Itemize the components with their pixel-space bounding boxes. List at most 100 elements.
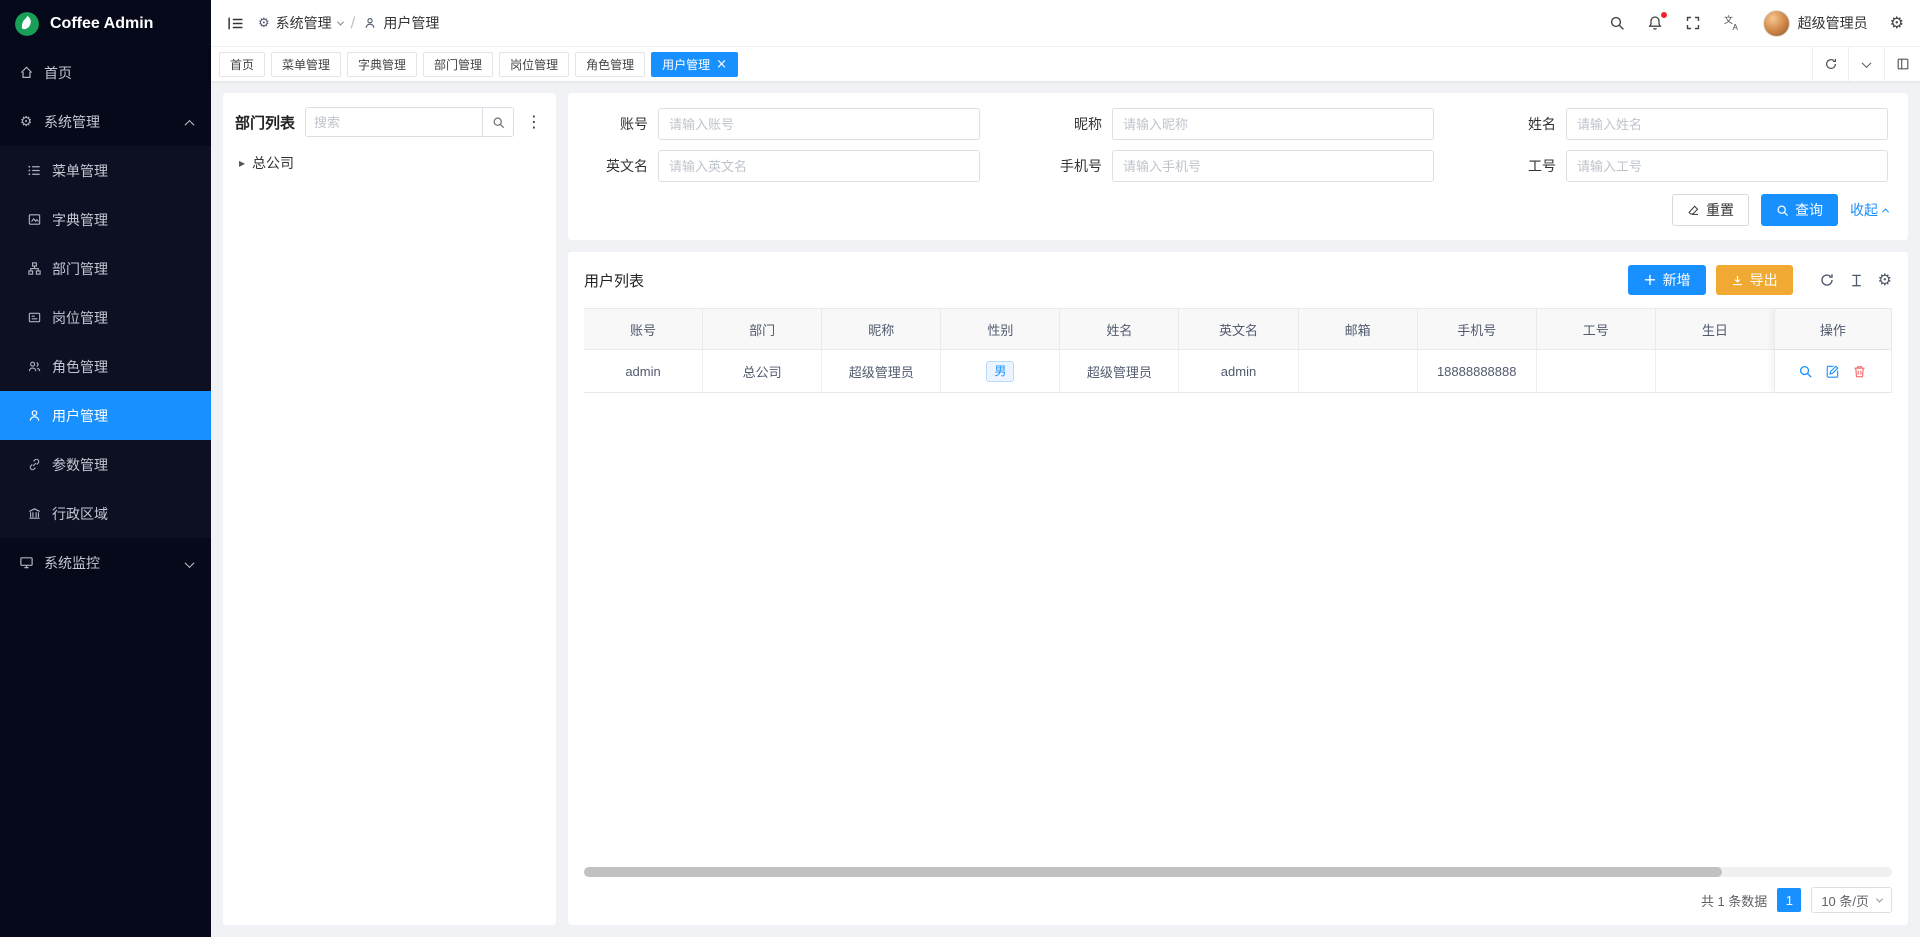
field-account: 账号 — [582, 108, 980, 140]
dept-tree: 总公司 — [235, 151, 544, 175]
settings-gear-icon[interactable] — [1890, 15, 1904, 31]
breadcrumb-system[interactable]: 系统管理 — [258, 13, 343, 33]
scrollbar-thumb[interactable] — [584, 867, 1722, 877]
tree-caret-icon[interactable] — [239, 157, 245, 169]
user-table: 账号 部门 昵称 性别 姓名 英文名 邮箱 手机号 工号 生日 操作 — [584, 308, 1892, 393]
tab-role-management[interactable]: 角色管理 — [575, 52, 645, 77]
cell-dept: 总公司 — [703, 350, 822, 392]
column-header-operation: 操作 — [1774, 309, 1892, 349]
breadcrumb-separator — [351, 16, 356, 30]
refresh-icon[interactable] — [1812, 47, 1848, 81]
field-label: 昵称 — [1036, 114, 1102, 134]
breadcrumb-user-management[interactable]: 用户管理 — [363, 13, 439, 33]
dictionary-icon — [26, 212, 42, 227]
sidebar-item-post-management[interactable]: 岗位管理 — [0, 293, 211, 342]
refresh-icon[interactable] — [1819, 272, 1835, 288]
breadcrumb-label: 用户管理 — [383, 13, 439, 33]
table-title: 用户列表 — [584, 270, 644, 291]
pagination-total: 共 1 条数据 — [1701, 891, 1767, 910]
page-size-select[interactable]: 10 条/页 — [1811, 887, 1892, 913]
people-icon — [26, 359, 42, 374]
layout-icon[interactable] — [1884, 47, 1920, 81]
dept-search-button[interactable] — [482, 107, 514, 137]
chevron-down-icon — [1876, 895, 1883, 902]
sidebar-item-param-management[interactable]: 参数管理 — [0, 440, 211, 489]
account-input[interactable] — [658, 108, 980, 140]
app-logo[interactable]: Coffee Admin — [0, 0, 211, 48]
gear-icon — [18, 115, 34, 129]
tree-node-root[interactable]: 总公司 — [235, 151, 544, 175]
sidebar-item-label: 参数管理 — [52, 455, 108, 475]
table-gear-icon[interactable] — [1878, 272, 1892, 288]
column-settings-icon[interactable] — [1849, 273, 1864, 288]
cell-en-name: admin — [1179, 350, 1298, 392]
system-submenu: 菜单管理 字典管理 部门管理 — [0, 146, 211, 538]
tab-label: 角色管理 — [586, 56, 634, 73]
name-input[interactable] — [1566, 108, 1888, 140]
delete-icon[interactable] — [1852, 364, 1867, 379]
phone-input[interactable] — [1112, 150, 1434, 182]
sidebar-item-admin-region[interactable]: 行政区域 — [0, 489, 211, 538]
sidebar-item-user-management[interactable]: 用户管理 — [0, 391, 211, 440]
export-button[interactable]: 导出 — [1716, 265, 1793, 295]
page-button[interactable]: 1 — [1777, 888, 1801, 912]
en-name-input[interactable] — [658, 150, 980, 182]
filter-card: 账号 昵称 姓名 英文名 — [568, 93, 1908, 240]
fullscreen-icon[interactable] — [1685, 15, 1701, 31]
field-label: 姓名 — [1490, 114, 1556, 134]
field-label: 账号 — [582, 114, 648, 134]
sidebar-item-label: 用户管理 — [52, 406, 108, 426]
user-menu[interactable]: 超级管理员 — [1763, 10, 1868, 37]
nickname-input[interactable] — [1112, 108, 1434, 140]
notification-bell-icon[interactable] — [1647, 15, 1663, 31]
menu-fold-icon[interactable] — [227, 15, 244, 32]
gear-icon — [258, 17, 270, 30]
person-icon — [363, 16, 377, 30]
field-name: 姓名 — [1490, 108, 1888, 140]
cell-nickname: 超级管理员 — [822, 350, 941, 392]
dept-search-input[interactable] — [305, 107, 482, 137]
chevron-up-icon — [1882, 208, 1889, 215]
sidebar-item-home[interactable]: 首页 — [0, 48, 211, 97]
sidebar-item-role-management[interactable]: 角色管理 — [0, 342, 211, 391]
add-user-button[interactable]: 新增 — [1628, 265, 1705, 295]
sidebar-item-system-management[interactable]: 系统管理 — [0, 97, 211, 146]
search-icon[interactable] — [1609, 15, 1625, 31]
sidebar-item-dept-management[interactable]: 部门管理 — [0, 244, 211, 293]
tab-close-icon[interactable] — [716, 58, 727, 71]
tab-dict-management[interactable]: 字典管理 — [347, 52, 417, 77]
avatar — [1763, 10, 1790, 37]
tab-label: 部门管理 — [434, 56, 482, 73]
link-icon — [26, 457, 42, 472]
pagination: 共 1 条数据 1 10 条/页 — [584, 887, 1892, 913]
query-button[interactable]: 查询 — [1761, 194, 1838, 226]
plus-icon — [1643, 272, 1656, 288]
view-icon[interactable] — [1798, 364, 1813, 379]
reset-button[interactable]: 重置 — [1672, 194, 1749, 226]
tab-home[interactable]: 首页 — [219, 52, 265, 77]
tab-options-chevron-icon[interactable] — [1848, 47, 1884, 81]
topbar: 系统管理 用户管理 — [211, 0, 1920, 47]
org-tree-icon — [26, 261, 42, 276]
tabbar: 首页 菜单管理 字典管理 部门管理 岗位管理 角色管理 用户管理 — [211, 47, 1920, 81]
tab-dept-management[interactable]: 部门管理 — [423, 52, 493, 77]
translate-icon[interactable]: 文A — [1723, 14, 1741, 32]
sidebar-item-system-monitor[interactable]: 系统监控 — [0, 538, 211, 587]
cell-account: admin — [584, 350, 703, 392]
tab-user-management[interactable]: 用户管理 — [651, 52, 738, 77]
sidebar-menu: 首页 系统管理 菜单管理 字典管理 — [0, 48, 211, 587]
horizontal-scrollbar[interactable] — [584, 867, 1892, 877]
edit-icon[interactable] — [1825, 364, 1840, 379]
collapse-link[interactable]: 收起 — [1850, 200, 1888, 220]
tab-label: 菜单管理 — [282, 56, 330, 73]
more-vertical-icon[interactable] — [524, 114, 544, 130]
tab-menu-management[interactable]: 菜单管理 — [271, 52, 341, 77]
sidebar-item-menu-management[interactable]: 菜单管理 — [0, 146, 211, 195]
cell-email — [1299, 350, 1418, 392]
sidebar-item-dict-management[interactable]: 字典管理 — [0, 195, 211, 244]
user-icon — [26, 408, 42, 423]
job-no-input[interactable] — [1566, 150, 1888, 182]
tab-post-management[interactable]: 岗位管理 — [499, 52, 569, 77]
app-title: Coffee Admin — [50, 15, 153, 33]
table-card-header: 用户列表 新增 导出 — [584, 265, 1892, 295]
